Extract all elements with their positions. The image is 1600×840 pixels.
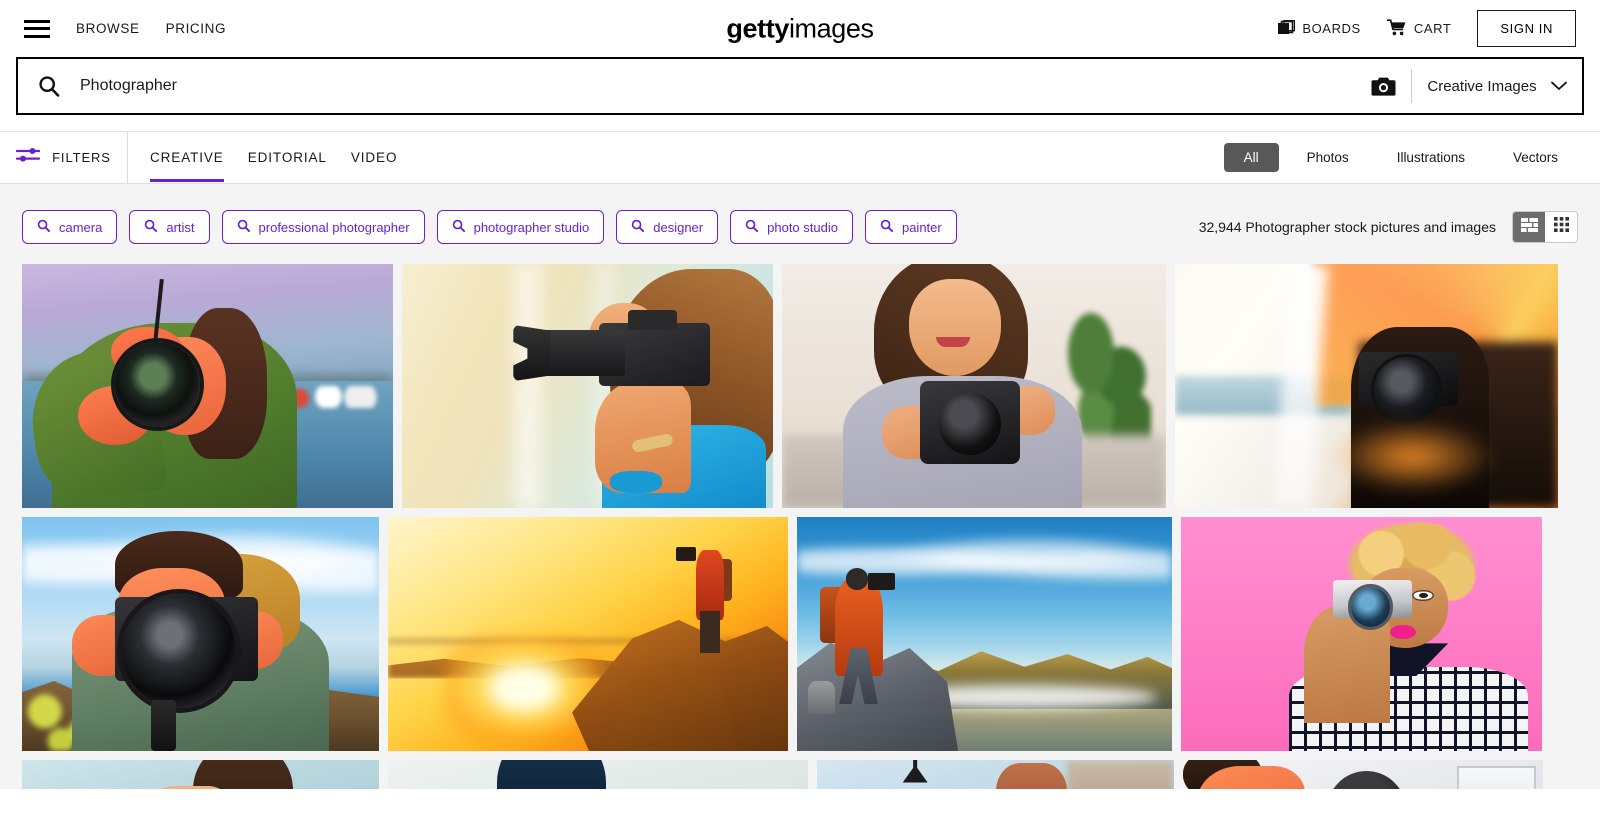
image-result-tile[interactable]	[402, 264, 773, 508]
suggestion-chip-painter[interactable]: painter	[864, 210, 957, 244]
cart-label: CART	[1413, 21, 1452, 36]
image-result-tile[interactable]	[1175, 264, 1558, 508]
chip-label: photographer studio	[473, 219, 590, 235]
image-grid-row	[22, 760, 1578, 789]
image-result-tile[interactable]	[1183, 760, 1543, 789]
search-icon	[745, 219, 759, 235]
grid-view-button[interactable]	[1545, 212, 1577, 242]
image-result-tile[interactable]	[1181, 517, 1542, 751]
result-thumbnail	[22, 517, 379, 751]
logo-light-text: images	[788, 13, 874, 43]
mosaic-view-button[interactable]	[1513, 212, 1545, 242]
results-count: 32,944 Photographer stock pictures and i…	[1198, 219, 1496, 235]
search-icon	[237, 219, 250, 235]
chip-label: photo studio	[767, 219, 838, 235]
search-icon	[18, 75, 80, 97]
boards-icon	[1278, 19, 1296, 38]
search-icon	[631, 219, 645, 235]
result-thumbnail	[22, 264, 393, 508]
suggestion-chip-camera[interactable]: camera	[22, 210, 118, 244]
suggestion-chip-photographer-studio[interactable]: photographer studio	[436, 210, 605, 244]
boards-label: BOARDS	[1302, 21, 1361, 36]
top-header: BROWSE PRICING gettyimages BOARDS CART S…	[0, 0, 1600, 57]
image-grid-row	[22, 517, 1578, 751]
camera-search-icon[interactable]	[1355, 59, 1411, 113]
related-searches-row: camera artist professional photographer …	[0, 184, 1600, 264]
mosaic-icon	[1520, 217, 1538, 237]
result-thumbnail	[22, 760, 379, 789]
chip-label: artist	[166, 219, 195, 235]
image-result-tile[interactable]	[388, 760, 808, 789]
tab-video[interactable]: VIDEO	[351, 133, 398, 182]
result-thumbnail	[1183, 760, 1543, 789]
boards-button[interactable]: BOARDS	[1278, 19, 1361, 38]
content-tabs: CREATIVE EDITORIAL VIDEO	[128, 132, 397, 183]
grid-icon	[1553, 217, 1569, 237]
header-left-nav: BROWSE PRICING	[24, 19, 226, 38]
results-area: camera artist professional photographer …	[0, 184, 1600, 789]
chip-label: professional photographer	[258, 219, 410, 235]
image-result-tile[interactable]	[388, 517, 788, 751]
logo-bold-text: getty	[726, 13, 789, 43]
result-thumbnail	[1181, 517, 1542, 751]
result-thumbnail	[388, 760, 808, 789]
hamburger-bar	[24, 19, 50, 23]
hamburger-bar	[24, 27, 50, 30]
search-input[interactable]	[80, 59, 1355, 113]
hamburger-bar	[24, 34, 50, 38]
media-type-vectors[interactable]: Vectors	[1493, 143, 1578, 172]
suggestion-chip-artist[interactable]: artist	[129, 210, 210, 244]
suggestion-chip-designer[interactable]: designer	[616, 210, 719, 244]
search-bar[interactable]: Creative Images	[16, 57, 1584, 115]
view-mode-toggle	[1512, 211, 1578, 243]
search-icon	[144, 219, 158, 235]
media-type-filters: All Photos Illustrations Vectors	[1223, 132, 1600, 183]
chip-label: designer	[653, 219, 704, 235]
nav-link-browse[interactable]: BROWSE	[76, 21, 140, 36]
getty-images-logo[interactable]: gettyimages	[726, 13, 874, 44]
media-type-illustrations[interactable]: Illustrations	[1377, 143, 1485, 172]
image-result-tile[interactable]	[782, 264, 1166, 508]
tab-editorial[interactable]: EDITORIAL	[248, 133, 327, 182]
tab-creative[interactable]: CREATIVE	[150, 133, 224, 182]
sliders-icon	[15, 146, 41, 169]
media-type-photos[interactable]: Photos	[1287, 143, 1369, 172]
header-right-nav: BOARDS CART SIGN IN	[1278, 10, 1576, 47]
hamburger-icon[interactable]	[24, 19, 50, 38]
image-result-tile[interactable]	[797, 517, 1172, 751]
result-thumbnail	[388, 517, 788, 751]
media-type-all[interactable]: All	[1223, 143, 1279, 172]
result-thumbnail	[817, 760, 1174, 789]
image-result-tile[interactable]	[22, 264, 393, 508]
sign-in-button[interactable]: SIGN IN	[1477, 10, 1576, 47]
image-results-grid	[0, 264, 1600, 789]
filters-button[interactable]: FILTERS	[0, 132, 128, 183]
results-meta: 32,944 Photographer stock pictures and i…	[1199, 211, 1578, 243]
image-result-tile[interactable]	[817, 760, 1174, 789]
nav-link-pricing[interactable]: PRICING	[166, 21, 226, 36]
search-bar-container: Creative Images	[0, 57, 1600, 131]
image-result-tile[interactable]	[22, 760, 379, 789]
search-icon	[37, 219, 50, 235]
suggestion-chip-professional-photographer[interactable]: professional photographer	[221, 210, 425, 244]
search-icon	[880, 219, 893, 235]
result-thumbnail	[402, 264, 773, 508]
filters-label: FILTERS	[52, 150, 111, 165]
result-thumbnail	[782, 264, 1166, 508]
search-icon	[452, 219, 465, 235]
result-thumbnail	[1175, 264, 1558, 508]
result-thumbnail	[797, 517, 1172, 751]
cart-icon	[1386, 18, 1407, 39]
filter-bar: FILTERS CREATIVE EDITORIAL VIDEO All Pho…	[0, 131, 1600, 184]
chip-label: camera	[59, 219, 103, 235]
chip-label: painter	[901, 219, 942, 235]
image-result-tile[interactable]	[22, 517, 379, 751]
cart-button[interactable]: CART	[1386, 18, 1452, 39]
chevron-down-icon	[1550, 78, 1567, 95]
image-grid-row	[22, 264, 1578, 508]
suggestion-chip-photo-studio[interactable]: photo studio	[730, 210, 853, 244]
image-type-value: Creative Images	[1427, 77, 1537, 95]
image-type-selector[interactable]: Creative Images	[1412, 59, 1582, 113]
